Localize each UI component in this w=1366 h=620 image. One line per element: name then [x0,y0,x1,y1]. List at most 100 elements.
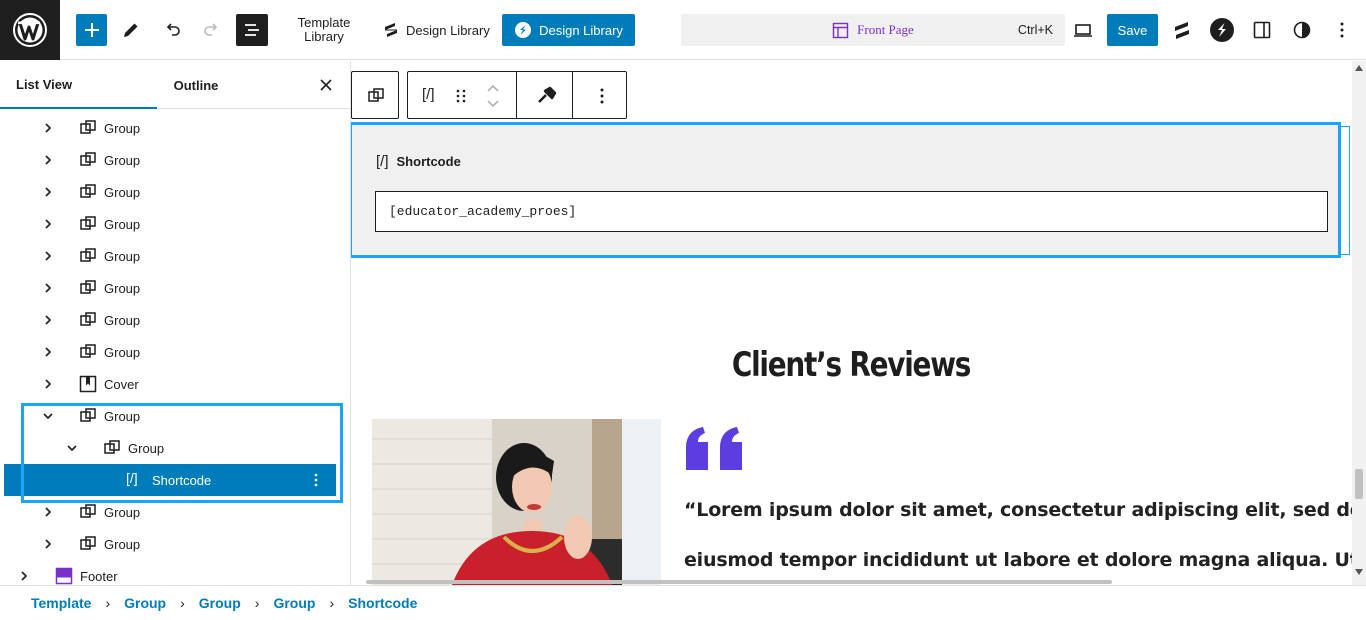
shortcode-icon[interactable]: [/] [422,86,435,103]
settings-sidebar-icon[interactable] [1250,18,1274,42]
chevron-right-icon[interactable] [42,314,54,326]
list-view-item-label: Cover [104,376,139,392]
review-quote-line: eiusmod tempor incididunt ut labore et d… [684,549,1359,571]
breadcrumb-item[interactable]: Template [31,595,91,611]
chevron-right-icon[interactable] [42,218,54,230]
undo-icon [166,23,180,36]
move-up-down-icon[interactable] [486,81,500,111]
list-view-item[interactable]: Group [0,528,350,560]
document-overview-button[interactable] [236,14,268,46]
preview-device-button[interactable] [1071,18,1095,42]
drag-handle-icon[interactable] [454,88,468,104]
shortcode-block-label: [/] Shortcode [376,153,461,170]
list-view-item-label: Shortcode [152,472,212,488]
item-options-icon[interactable] [308,472,324,488]
toolbar-divider [572,72,573,118]
stackable-logo-icon [515,22,532,38]
chevron-right-icon[interactable] [42,154,54,166]
group-icon [78,150,98,170]
block-controls: [/] [407,71,627,119]
vertical-scroll-thumb[interactable] [1355,469,1363,499]
shortcode-icon: [/] [126,470,138,486]
design-library-primary-button[interactable]: Design Library [502,14,635,46]
tab-outline[interactable]: Outline [157,61,235,109]
command-palette-button[interactable]: Front Page Ctrl+K [681,14,1065,46]
laptop-icon [1074,24,1092,37]
tab-list-view[interactable]: List View [0,61,157,109]
styles-icon[interactable] [1290,18,1314,42]
review-quote-line: “Lorem ipsum dolor sit amet, consectetur… [684,499,1363,521]
vertical-scrollbar[interactable] [1352,61,1366,585]
undo-button[interactable] [160,18,184,42]
stackable-logo-icon[interactable] [1209,17,1235,43]
chevron-right-icon[interactable] [42,186,54,198]
chevron-right-icon[interactable] [42,378,54,390]
close-sidebar-button[interactable] [316,75,336,95]
shortcode-icon: [/] [376,153,389,170]
chevron-right-icon[interactable] [42,122,54,134]
list-view-item[interactable]: Group [0,112,350,144]
more-options-icon[interactable] [592,86,612,106]
chevron-right-icon[interactable] [18,570,30,582]
breadcrumb-item[interactable]: Group [273,595,315,611]
chevron-right-icon[interactable] [42,538,54,550]
breadcrumb-item-current[interactable]: Shortcode [348,595,417,611]
breadcrumb-separator: › [254,595,260,611]
list-view-item[interactable]: Group [0,304,350,336]
group-icon [78,502,98,522]
chevron-down-icon[interactable] [66,442,78,454]
group-icon [78,118,98,138]
breadcrumb-item[interactable]: Group [124,595,166,611]
chevron-right-icon[interactable] [42,282,54,294]
list-view-item[interactable]: Group [0,208,350,240]
breadcrumb-separator: › [105,595,111,611]
list-view-item[interactable]: Group [0,400,350,432]
list-view-item[interactable]: Group [0,496,350,528]
chevron-right-icon[interactable] [42,506,54,518]
list-view-item-label: Group [104,152,141,168]
scroll-down-icon[interactable] [1355,569,1363,575]
stackable-hammer-icon[interactable] [536,85,558,107]
list-view-item[interactable]: Group [0,272,350,304]
stackable-settings-icon[interactable] [1170,18,1194,42]
list-view-item[interactable]: Cover [0,368,350,400]
reviews-heading[interactable]: Client’s Reviews [441,345,1261,385]
scroll-up-icon[interactable] [1355,65,1363,71]
group-icon [78,534,98,554]
list-view-item-label: Group [104,536,141,552]
list-view-item[interactable]: Group [0,240,350,272]
chevron-down-icon[interactable] [42,410,54,422]
group-icon [368,88,384,102]
parent-selector-button[interactable] [351,71,399,119]
chevron-right-icon[interactable] [42,250,54,262]
template-library-button[interactable]: Template Library [288,16,360,44]
design-library-button[interactable]: Design Library [380,16,492,44]
list-view-item[interactable]: Footer [0,560,350,585]
edit-tool-button[interactable] [119,18,143,42]
review-photo[interactable] [372,419,661,585]
list-view-item[interactable]: Group [0,432,350,464]
list-view-item[interactable]: [/] Shortcode [4,464,336,496]
save-button[interactable]: Save [1107,14,1158,46]
list-view-item[interactable]: Group [0,336,350,368]
add-block-button[interactable] [76,14,107,46]
group-icon [78,342,98,362]
chevron-right-icon[interactable] [42,346,54,358]
shortcode-block[interactable]: [/] Shortcode [educator_academy_proes] [351,122,1341,258]
redo-button[interactable] [200,18,224,42]
wordpress-logo-icon[interactable] [0,0,60,60]
list-view-item-label: Group [104,248,141,264]
options-menu-icon[interactable] [1330,18,1354,42]
horizontal-scroll-thumb[interactable] [366,580,1112,584]
list-view-item[interactable]: Group [0,144,350,176]
review-quote[interactable]: “Lorem ipsum dolor sit amet, consectetur… [684,485,1366,585]
sidebar-tabs: List View Outline [0,61,350,109]
breadcrumb: Template › Group › Group › Group › Shortcode [0,585,1366,620]
list-view-item[interactable]: Group [0,176,350,208]
shortcode-input[interactable]: [educator_academy_proes] [375,191,1328,232]
list-view-item-label: Group [104,184,141,200]
breadcrumb-item[interactable]: Group [199,595,241,611]
group-icon [78,406,98,426]
tab-outline-label: Outline [173,77,219,93]
stackable-icon [385,23,397,37]
